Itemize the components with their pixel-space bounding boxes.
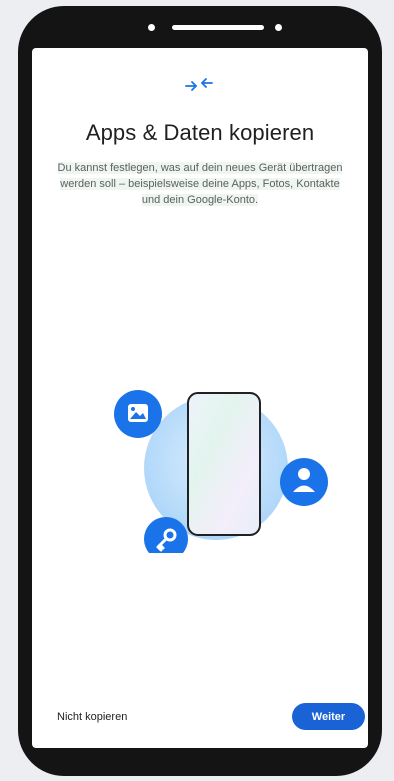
proximity-sensor-dot [275, 24, 282, 31]
transfer-illustration [114, 390, 328, 553]
front-camera-dot [148, 24, 155, 31]
phone-frame: Apps & Daten kopieren Du kannst festlege… [18, 6, 382, 776]
next-button[interactable]: Weiter [292, 703, 365, 730]
page-description: Du kannst festlegen, was auf dein neues … [57, 162, 343, 206]
device-outline [187, 392, 261, 536]
transfer-arrows-icon [185, 78, 213, 91]
page-title: Apps & Daten kopieren [85, 120, 315, 145]
skip-copy-button[interactable]: Nicht kopieren [57, 711, 127, 723]
person-icon [280, 458, 328, 506]
earpiece-speaker [172, 25, 264, 30]
image-icon [114, 390, 162, 438]
setup-screen: Apps & Daten kopieren Du kannst festlege… [32, 48, 368, 748]
